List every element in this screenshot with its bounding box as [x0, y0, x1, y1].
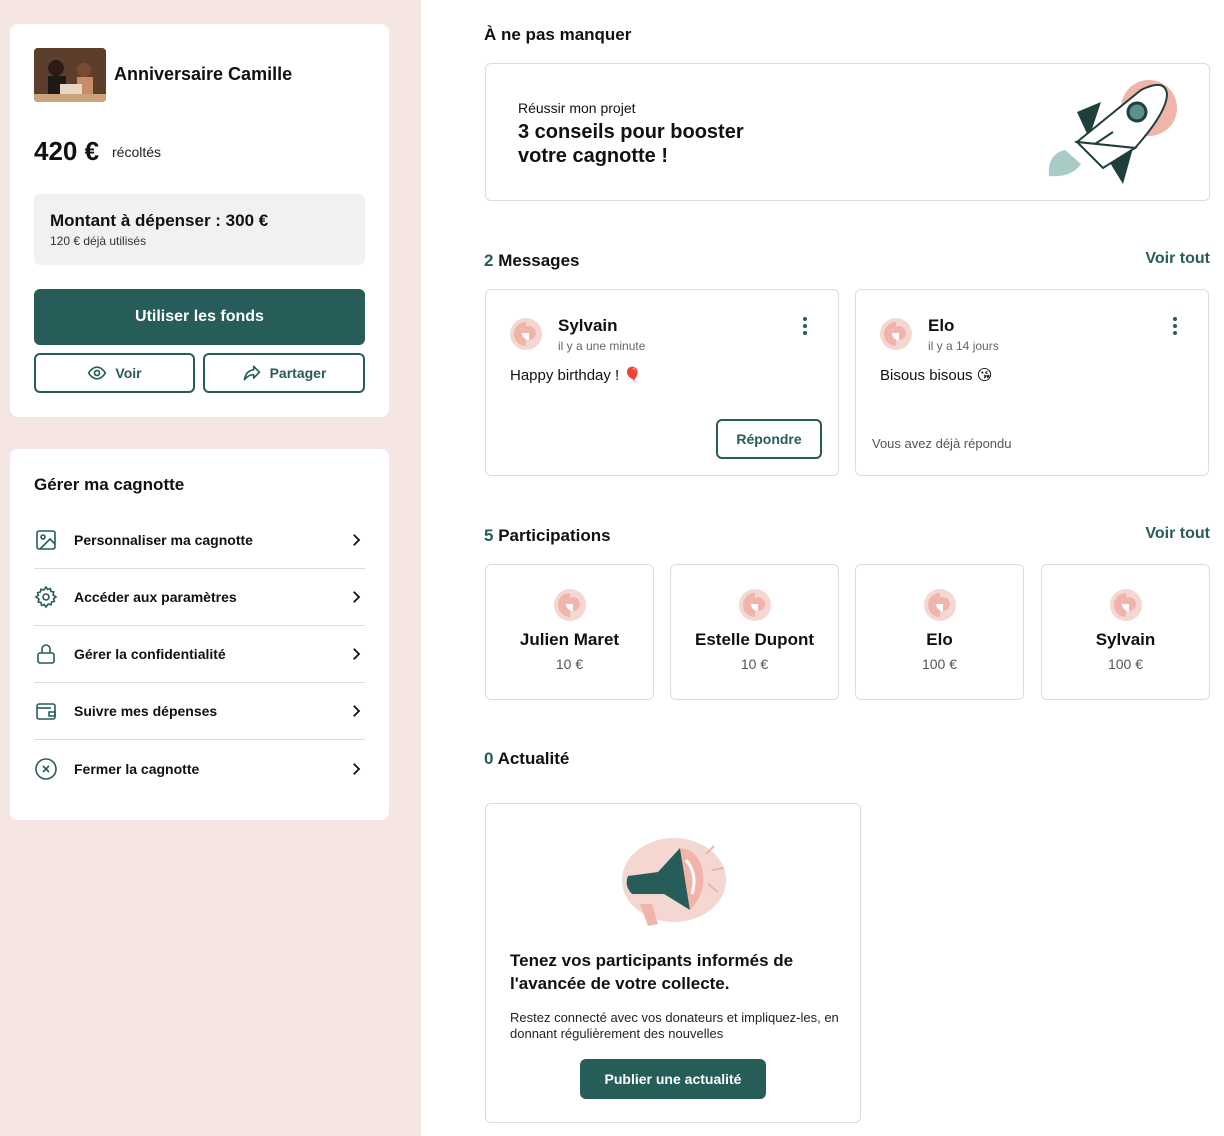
manage-item-label: Fermer la cagnotte: [74, 760, 200, 777]
avatar: [924, 589, 956, 621]
manage-item-settings[interactable]: Accéder aux paramètres: [34, 569, 365, 626]
chevron-right-icon: [353, 762, 361, 775]
megaphone-illustration: [622, 838, 726, 926]
participations-count: 5: [484, 526, 494, 545]
already-replied-note: Vous avez déjà répondu: [872, 436, 1012, 451]
manage-item-label: Personnaliser ma cagnotte: [74, 532, 253, 548]
messages-see-all-link[interactable]: Voir tout: [1145, 250, 1210, 268]
message-author: Elo: [928, 316, 955, 335]
message-time: il y a 14 jours: [928, 339, 999, 353]
tip-section-title: À ne pas manquer: [484, 25, 632, 44]
publish-news-button[interactable]: Publier une actualité: [580, 1059, 766, 1099]
messages-count: 2: [484, 251, 494, 270]
participant-name: Julien Maret: [519, 630, 620, 649]
participation-card: Julien Maret 10 €: [485, 564, 654, 700]
participation-card: Estelle Dupont 10 €: [670, 564, 839, 700]
manage-item-privacy[interactable]: Gérer la confidentialité: [34, 626, 365, 683]
manage-item-expenses[interactable]: Suivre mes dépenses: [34, 683, 365, 740]
participant-amount: 10 €: [740, 656, 769, 672]
avatar: [554, 589, 586, 621]
participant-amount: 100 €: [1107, 656, 1144, 672]
tip-card[interactable]: Réussir mon projet 3 conseils pour boost…: [485, 63, 1210, 201]
message-author: Sylvain: [558, 316, 618, 335]
fund-title: Anniversaire Camille: [114, 64, 293, 84]
more-vertical-icon[interactable]: [1172, 316, 1178, 336]
message-time: il y a une minute: [558, 339, 646, 353]
manage-item-label: Suivre mes dépenses: [74, 703, 218, 719]
tip-headline: 3 conseils pour booster votre cagnotte !: [518, 121, 744, 167]
messages-section-title: 2 Messages: [484, 251, 579, 271]
participations-section-title: 5 Participations: [484, 526, 611, 546]
manage-item-label: Gérer la confidentialité: [74, 646, 226, 662]
tip-kicker: Réussir mon projet: [518, 100, 636, 116]
participation-card: Sylvain 100 €: [1041, 564, 1210, 700]
participations-see-all-link[interactable]: Voir tout: [1145, 525, 1210, 543]
message-text: Happy birthday ! 🎈: [510, 367, 643, 384]
spend-subtitle: 120 € déjà utilisés: [50, 234, 147, 248]
chevron-right-icon: [353, 591, 361, 603]
fund-summary-card: Anniversaire Camille 420 € récoltés Mont…: [10, 24, 389, 417]
close-circle-icon: [35, 757, 57, 780]
participant-name: Estelle Dupont: [694, 630, 814, 649]
reply-button[interactable]: Répondre: [716, 419, 822, 459]
participant-name: Elo: [926, 630, 953, 649]
spend-summary: Montant à dépenser : 300 € 120 € déjà ut…: [34, 194, 365, 265]
avatar: [510, 318, 542, 350]
news-section-title: 0 Actualité: [484, 749, 569, 769]
chevron-right-icon: [353, 705, 361, 717]
manage-item-customize[interactable]: Personnaliser ma cagnotte: [34, 512, 365, 569]
image-icon: [36, 530, 56, 550]
manage-fund-card: Gérer ma cagnotte Personnaliser ma cagno…: [10, 449, 389, 820]
message-card: Elo il y a 14 jours Bisous bisous 😘 Vous…: [855, 289, 1209, 476]
manage-item-close[interactable]: Fermer la cagnotte: [34, 740, 365, 797]
chevron-right-icon: [353, 648, 361, 660]
lock-icon: [37, 644, 55, 664]
news-count: 0: [484, 749, 494, 768]
news-empty-card: Tenez vos participants informés de l'ava…: [485, 803, 861, 1123]
use-funds-button[interactable]: Utiliser les fonds: [34, 289, 365, 345]
chevron-right-icon: [353, 534, 361, 546]
message-card: Sylvain il y a une minute Happy birthday…: [485, 289, 839, 476]
spend-title: Montant à dépenser : 300 €: [50, 211, 269, 230]
fund-amount-label: récoltés: [112, 144, 162, 160]
manage-title: Gérer ma cagnotte: [34, 475, 185, 494]
news-title: Actualité: [497, 749, 570, 768]
avatar: [880, 318, 912, 350]
share-label: Partager: [269, 365, 327, 381]
participant-amount: 10 €: [555, 656, 584, 672]
view-button[interactable]: Voir: [34, 353, 195, 393]
share-button[interactable]: Partager: [203, 353, 365, 393]
eye-icon: [88, 366, 107, 380]
messages-title: Messages: [498, 251, 580, 270]
view-label: Voir: [115, 365, 142, 381]
avatar: [739, 589, 771, 621]
share-icon: [243, 365, 260, 381]
manage-item-label: Accéder aux paramètres: [74, 589, 237, 605]
news-card-title: Tenez vos participants informés de l'ava…: [510, 951, 794, 993]
participations-title: Participations: [498, 526, 611, 545]
gear-icon: [34, 585, 58, 609]
more-vertical-icon[interactable]: [802, 316, 808, 336]
rocket-illustration: [1048, 80, 1177, 184]
wallet-icon: [36, 703, 56, 720]
fund-amount: 420 €: [34, 136, 100, 166]
avatar: [1110, 589, 1142, 621]
fund-cover-image: [34, 48, 106, 102]
message-text: Bisous bisous 😘: [880, 367, 993, 384]
participant-amount: 100 €: [921, 656, 958, 672]
participation-card: Elo 100 €: [855, 564, 1024, 700]
news-card-subtitle: Restez connecté avec vos donateurs et im…: [510, 1010, 839, 1041]
participant-name: Sylvain: [1095, 630, 1156, 649]
